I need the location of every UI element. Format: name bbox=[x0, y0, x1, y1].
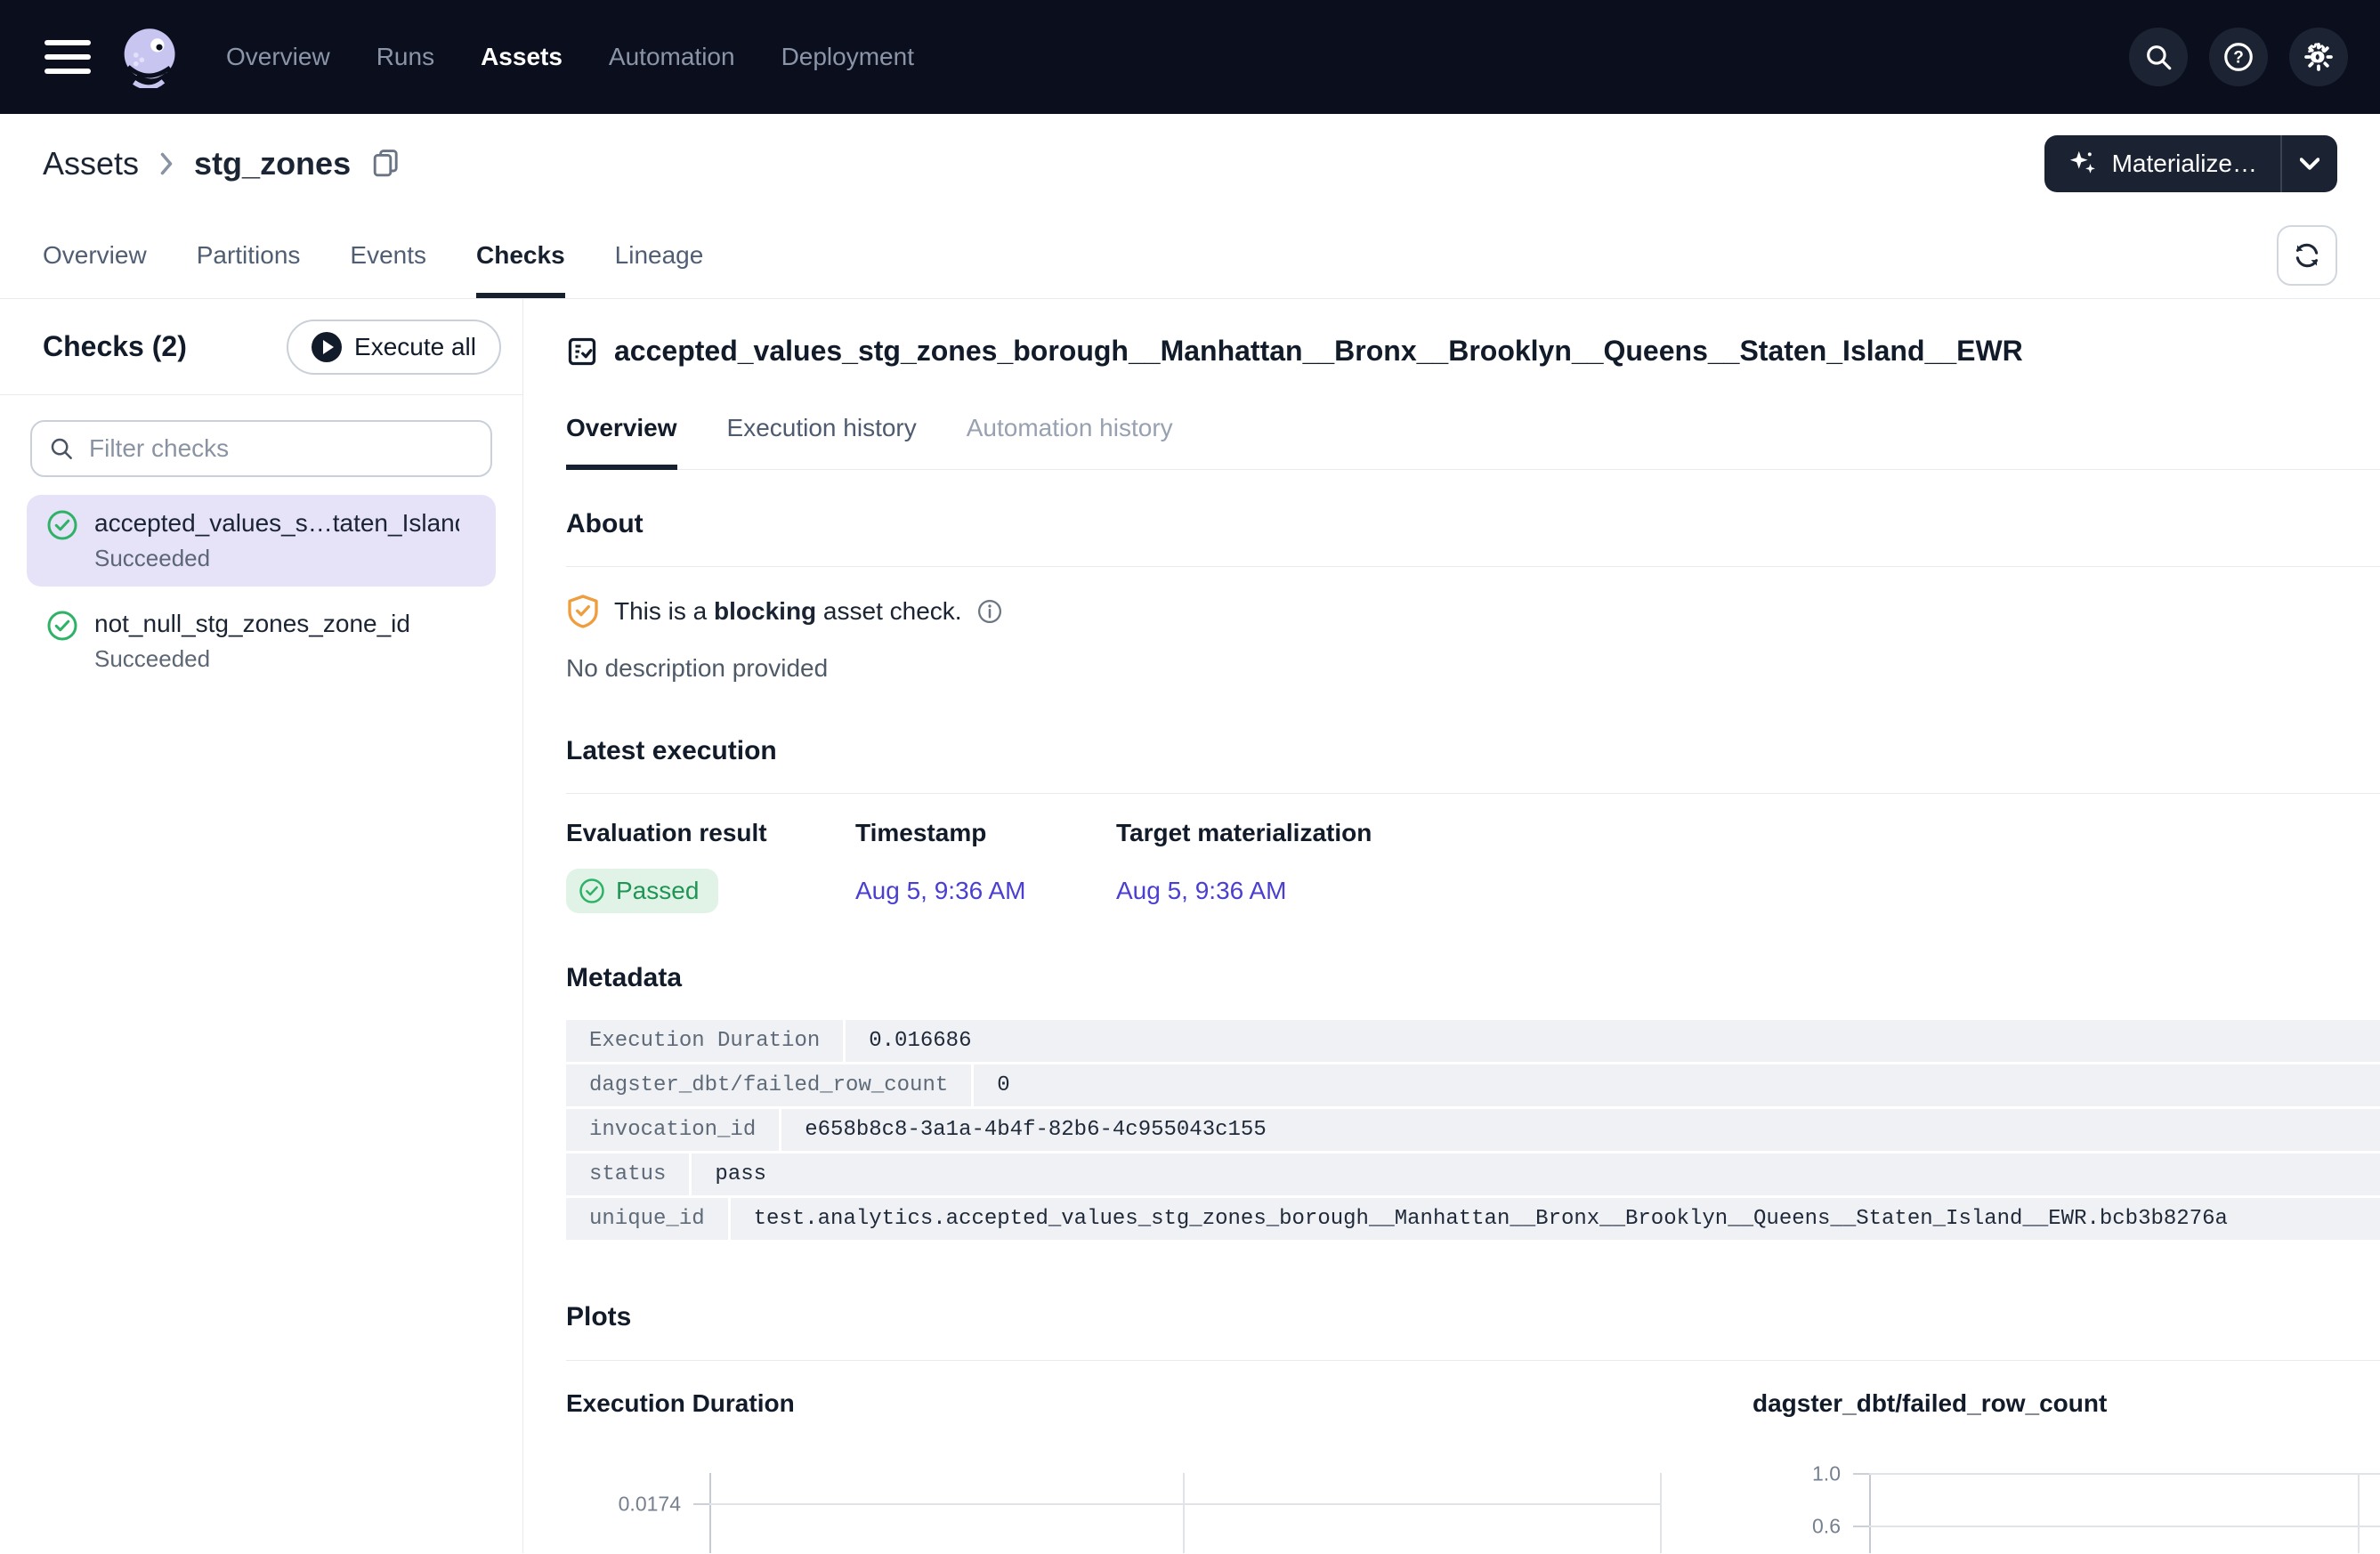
search-icon bbox=[2143, 42, 2174, 72]
tab-lineage[interactable]: Lineage bbox=[615, 213, 704, 298]
metadata-value: test.analytics.accepted_values_stg_zones… bbox=[731, 1198, 2380, 1240]
metadata-value: 0 bbox=[974, 1064, 2380, 1106]
column-timestamp: Timestamp bbox=[855, 819, 1116, 847]
y-tick-label: 1.0 bbox=[1753, 1462, 1841, 1486]
check-status: Succeeded bbox=[94, 645, 410, 673]
top-nav-actions: ? bbox=[2129, 28, 2348, 86]
execute-all-button[interactable]: Execute all bbox=[287, 320, 501, 375]
checks-sidebar: Checks (2) Execute all accepted_values_s… bbox=[0, 299, 523, 1553]
page-header: Assets stg_zones Materialize… bbox=[0, 114, 2380, 213]
check-status: Succeeded bbox=[94, 545, 459, 572]
check-detail-title: accepted_values_stg_zones_borough__Manha… bbox=[614, 335, 2023, 368]
refresh-button[interactable] bbox=[2277, 225, 2337, 286]
check-success-icon bbox=[46, 610, 78, 642]
sparkle-icon bbox=[2068, 149, 2098, 179]
y-tick-label: 0.0174 bbox=[566, 1493, 681, 1517]
detail-tab-overview[interactable]: Overview bbox=[566, 414, 677, 469]
passed-badge: Passed bbox=[566, 869, 718, 913]
nav-item-deployment[interactable]: Deployment bbox=[781, 43, 914, 71]
help-icon: ? bbox=[2222, 40, 2255, 74]
materialize-button[interactable]: Materialize… bbox=[2044, 135, 2280, 192]
timestamp-link[interactable]: Aug 5, 9:36 AM bbox=[855, 877, 1025, 904]
filter-search-icon bbox=[48, 435, 75, 462]
nav-item-runs[interactable]: Runs bbox=[376, 43, 434, 71]
table-row: status pass bbox=[566, 1153, 2380, 1195]
top-navigation: Overview Runs Assets Automation Deployme… bbox=[0, 0, 2380, 114]
asset-tabs: Overview Partitions Events Checks Lineag… bbox=[0, 213, 2380, 299]
tab-partitions[interactable]: Partitions bbox=[197, 213, 301, 298]
metadata-table: Execution Duration 0.016686 dagster_dbt/… bbox=[566, 1020, 2380, 1240]
metadata-value: pass bbox=[692, 1153, 2380, 1195]
about-heading: About bbox=[566, 509, 2380, 539]
check-success-icon bbox=[46, 509, 78, 541]
info-icon[interactable] bbox=[976, 598, 1003, 625]
tab-checks[interactable]: Checks bbox=[476, 213, 565, 298]
blocking-note: This is a blocking asset check. bbox=[566, 594, 2380, 629]
breadcrumb-assets-link[interactable]: Assets bbox=[43, 145, 139, 182]
chart-title: Execution Duration bbox=[566, 1389, 1670, 1418]
table-row: unique_id test.analytics.accepted_values… bbox=[566, 1198, 2380, 1240]
y-tick-label: 0.6 bbox=[1753, 1515, 1841, 1539]
nav-item-overview[interactable]: Overview bbox=[226, 43, 330, 71]
top-nav-items: Overview Runs Assets Automation Deployme… bbox=[226, 43, 914, 71]
column-evaluation-result: Evaluation result bbox=[566, 819, 855, 847]
table-row: invocation_id e658b8c8-3a1a-4b4f-82b6-4c… bbox=[566, 1109, 2380, 1151]
dagster-logo-icon[interactable] bbox=[117, 26, 180, 88]
materialize-split-button: Materialize… bbox=[2044, 135, 2337, 192]
failed-row-count-chart: dagster_dbt/failed_row_count 1.0 0.6 bbox=[1753, 1389, 2380, 1553]
detail-tab-automation-history: Automation history bbox=[967, 414, 1173, 469]
metadata-value: 0.016686 bbox=[846, 1020, 2380, 1062]
checks-count-title: Checks (2) bbox=[43, 330, 187, 363]
svg-text:?: ? bbox=[2233, 49, 2244, 68]
latest-execution-heading: Latest execution bbox=[566, 736, 2380, 766]
chevron-right-icon bbox=[157, 150, 176, 177]
metadata-key: invocation_id bbox=[566, 1109, 779, 1151]
check-detail-tabs: Overview Execution history Automation hi… bbox=[566, 414, 2380, 470]
metadata-key: dagster_dbt/failed_row_count bbox=[566, 1064, 971, 1106]
caret-down-icon bbox=[2300, 158, 2319, 170]
detail-tab-execution-history[interactable]: Execution history bbox=[727, 414, 917, 469]
tab-overview[interactable]: Overview bbox=[43, 213, 147, 298]
check-name: not_null_stg_zones_zone_id bbox=[94, 610, 410, 638]
menu-icon[interactable] bbox=[45, 40, 91, 74]
check-detail-panel: accepted_values_stg_zones_borough__Manha… bbox=[523, 299, 2380, 1553]
asset-check-icon bbox=[566, 336, 598, 368]
search-button[interactable] bbox=[2129, 28, 2188, 86]
table-row: dagster_dbt/failed_row_count 0 bbox=[566, 1064, 2380, 1106]
nav-item-automation[interactable]: Automation bbox=[609, 43, 735, 71]
shield-check-icon bbox=[566, 594, 600, 629]
plots-heading: Plots bbox=[566, 1302, 2380, 1332]
table-row: Execution Duration 0.016686 bbox=[566, 1020, 2380, 1062]
page-title: stg_zones bbox=[194, 145, 351, 182]
metadata-key: unique_id bbox=[566, 1198, 728, 1240]
check-name: accepted_values_s…taten_Island_ bbox=[94, 509, 459, 538]
column-target-materialization: Target materialization bbox=[1116, 819, 1372, 847]
metadata-value: e658b8c8-3a1a-4b4f-82b6-4c955043c155 bbox=[781, 1109, 2380, 1151]
plots-section: Execution Duration 0.0174 dagster_dbt/fa… bbox=[566, 1389, 2380, 1553]
breadcrumb: Assets stg_zones bbox=[43, 145, 401, 182]
content-area: Checks (2) Execute all accepted_values_s… bbox=[0, 299, 2380, 1553]
execution-duration-chart: Execution Duration 0.0174 bbox=[566, 1389, 1670, 1553]
chart-title: dagster_dbt/failed_row_count bbox=[1753, 1389, 2380, 1418]
settings-button[interactable] bbox=[2289, 28, 2348, 86]
nav-item-assets[interactable]: Assets bbox=[481, 43, 563, 71]
help-button[interactable]: ? bbox=[2209, 28, 2268, 86]
metadata-key: status bbox=[566, 1153, 689, 1195]
refresh-icon bbox=[2292, 240, 2322, 271]
metadata-heading: Metadata bbox=[566, 963, 2380, 993]
materialize-dropdown-button[interactable] bbox=[2282, 135, 2337, 192]
check-success-icon bbox=[579, 878, 605, 904]
check-list-item[interactable]: accepted_values_s…taten_Island_ Succeede… bbox=[27, 495, 496, 587]
copy-icon[interactable] bbox=[372, 148, 401, 180]
gear-icon bbox=[2302, 40, 2335, 74]
no-description-text: No description provided bbox=[566, 654, 2380, 683]
checks-list: accepted_values_s…taten_Island_ Succeede… bbox=[0, 495, 522, 696]
target-materialization-link[interactable]: Aug 5, 9:36 AM bbox=[1116, 877, 1286, 904]
metadata-key: Execution Duration bbox=[566, 1020, 843, 1062]
tab-events[interactable]: Events bbox=[350, 213, 426, 298]
check-list-item[interactable]: not_null_stg_zones_zone_id Succeeded bbox=[27, 595, 496, 687]
filter-checks-input[interactable] bbox=[30, 420, 492, 477]
play-icon bbox=[312, 332, 342, 362]
